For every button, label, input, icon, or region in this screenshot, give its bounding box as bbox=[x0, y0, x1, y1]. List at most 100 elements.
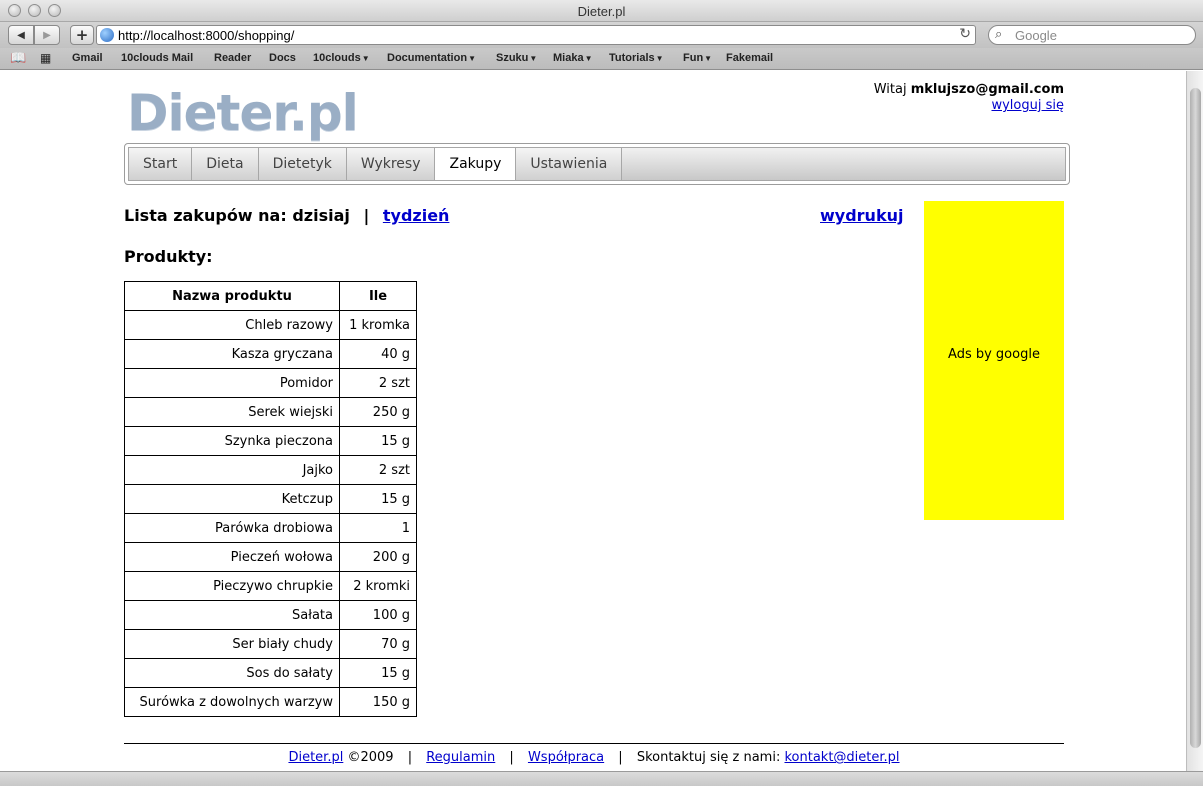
product-qty-cell: 150 g bbox=[339, 687, 417, 717]
footer-site-link[interactable]: Dieter.pl bbox=[288, 750, 343, 765]
bookmark-item[interactable]: Fakemail bbox=[726, 52, 773, 64]
grid-icon[interactable]: ▦ bbox=[40, 51, 51, 65]
dropdown-caret-icon: ▼ bbox=[704, 54, 713, 63]
heading-separator: | bbox=[363, 206, 370, 225]
product-qty-cell: 2 szt bbox=[339, 368, 417, 398]
product-name-cell: Parówka drobiowa bbox=[124, 513, 340, 543]
table-row: Parówka drobiowa 1 bbox=[124, 513, 417, 543]
forward-button[interactable]: ▶ bbox=[34, 25, 60, 45]
search-placeholder: Google bbox=[1015, 28, 1057, 43]
tab-dieta[interactable]: Dieta bbox=[192, 148, 259, 180]
table-row: Szynka pieczona 15 g bbox=[124, 426, 417, 456]
dropdown-caret-icon: ▼ bbox=[584, 54, 593, 63]
scrollbar-thumb[interactable] bbox=[1190, 88, 1201, 748]
bookmark-label: Fun bbox=[683, 52, 704, 64]
tab-dietetyk[interactable]: Dietetyk bbox=[258, 148, 347, 180]
table-row: Surówka z dowolnych warzyw 150 g bbox=[124, 687, 417, 717]
bookmark-item[interactable]: Miaka▼ bbox=[553, 52, 593, 64]
footer-separator: | bbox=[618, 750, 623, 765]
vertical-scrollbar[interactable] bbox=[1186, 71, 1203, 771]
window-titlebar: Dieter.pl bbox=[0, 0, 1203, 22]
product-name-cell: Pieczywo chrupkie bbox=[124, 571, 340, 601]
table-row: Ketczup 15 g bbox=[124, 484, 417, 514]
back-arrow-icon: ◀ bbox=[17, 29, 25, 41]
bookmark-label: Reader bbox=[214, 52, 252, 64]
reload-icon[interactable]: ↻ bbox=[959, 26, 971, 42]
bookmark-item[interactable]: Docs bbox=[269, 52, 296, 64]
tab-wykresy[interactable]: Wykresy bbox=[346, 148, 436, 180]
tab-ustawienia[interactable]: Ustawienia bbox=[516, 148, 623, 180]
site-logo[interactable]: Dieter.pl bbox=[127, 84, 359, 142]
product-name-cell: Jajko bbox=[124, 455, 340, 485]
status-bar bbox=[0, 771, 1203, 786]
product-qty-cell: 1 kromka bbox=[339, 310, 417, 340]
bookmark-label: 10clouds bbox=[313, 52, 361, 64]
product-name-cell: Sałata bbox=[124, 600, 340, 630]
bookmark-item[interactable]: 10clouds▼ bbox=[313, 52, 370, 64]
product-name-cell: Szynka pieczona bbox=[124, 426, 340, 456]
back-button[interactable]: ◀ bbox=[8, 25, 34, 45]
bookmark-item[interactable]: Szuku▼ bbox=[496, 52, 537, 64]
url-text[interactable]: http://localhost:8000/shopping/ bbox=[118, 28, 294, 43]
user-email: mklujszo@gmail.com bbox=[910, 82, 1064, 97]
search-field[interactable]: ⌕ Google bbox=[988, 25, 1196, 45]
address-bar[interactable]: http://localhost:8000/shopping/ ↻ bbox=[96, 25, 976, 45]
main-nav: Start Dieta Dietetyk Wykresy Zakupy Ustawieni… bbox=[124, 143, 1070, 185]
bookmark-item[interactable]: Gmail bbox=[72, 52, 103, 64]
product-name-cell: Kasza gryczana bbox=[124, 339, 340, 369]
open-book-icon[interactable]: 📖 bbox=[10, 51, 26, 66]
search-icon: ⌕ bbox=[995, 27, 1003, 42]
dropdown-caret-icon: ▼ bbox=[529, 54, 538, 63]
product-name-cell: Pieczeń wołowa bbox=[124, 542, 340, 572]
dropdown-caret-icon: ▼ bbox=[468, 54, 476, 63]
table-row: Pomidor 2 szt bbox=[124, 368, 417, 398]
product-name-cell: Chleb razowy bbox=[124, 310, 340, 340]
bookmark-label: Miaka bbox=[553, 52, 584, 64]
product-qty-cell: 250 g bbox=[339, 397, 417, 427]
add-bookmark-button[interactable]: + bbox=[70, 25, 94, 45]
dropdown-caret-icon: ▼ bbox=[655, 54, 664, 63]
bookmark-item[interactable]: 10clouds Mail bbox=[121, 52, 193, 64]
forward-arrow-icon: ▶ bbox=[43, 29, 51, 41]
footer-separator: | bbox=[509, 750, 514, 765]
bookmark-item[interactable]: Documentation▼ bbox=[387, 52, 476, 64]
logout-link[interactable]: wyloguj się bbox=[991, 98, 1064, 113]
table-row: Jajko 2 szt bbox=[124, 455, 417, 485]
product-qty-cell: 15 g bbox=[339, 658, 417, 688]
bookmark-label: Szuku bbox=[496, 52, 529, 64]
product-qty-cell: 2 szt bbox=[339, 455, 417, 485]
welcome-prefix: Witaj bbox=[873, 82, 907, 97]
table-row: Chleb razowy 1 kromka bbox=[124, 310, 417, 340]
table-row: Sałata 100 g bbox=[124, 600, 417, 630]
footer-terms-link[interactable]: Regulamin bbox=[426, 750, 495, 765]
footer-cooperation-link[interactable]: Współpraca bbox=[528, 750, 604, 765]
tab-start[interactable]: Start bbox=[129, 148, 193, 180]
product-name-cell: Ketczup bbox=[124, 484, 340, 514]
footer-divider bbox=[124, 743, 1064, 744]
footer-contact-prefix: Skontaktuj się z nami: bbox=[636, 750, 781, 765]
table-row: Pieczywo chrupkie 2 kromki bbox=[124, 571, 417, 601]
ad-text: Ads by google bbox=[948, 347, 1040, 362]
footer-copyright: ©2009 bbox=[347, 750, 394, 765]
bookmark-label: Documentation bbox=[387, 52, 468, 64]
footer-separator: | bbox=[407, 750, 413, 765]
footer-contact-email[interactable]: kontakt@dieter.pl bbox=[784, 750, 899, 765]
table-header-row: Nazwa produktu Ile bbox=[124, 281, 417, 311]
bookmark-label: Gmail bbox=[72, 52, 103, 64]
product-qty-cell: 2 kromki bbox=[339, 571, 417, 601]
heading-today: Lista zakupów na: dzisiaj bbox=[124, 206, 350, 225]
tab-zakupy[interactable]: Zakupy bbox=[435, 148, 517, 180]
week-link[interactable]: tydzień bbox=[383, 206, 450, 225]
table-row: Serek wiejski 250 g bbox=[124, 397, 417, 427]
bookmark-label: Fakemail bbox=[726, 52, 774, 64]
bookmark-item[interactable]: Fun▼ bbox=[683, 52, 712, 64]
product-qty-cell: 40 g bbox=[339, 339, 417, 369]
bookmark-item[interactable]: Tutorials▼ bbox=[609, 52, 664, 64]
bookmark-item[interactable]: Reader bbox=[214, 52, 251, 64]
bookmark-label: 10clouds Mail bbox=[121, 52, 194, 64]
product-qty-cell: 70 g bbox=[339, 629, 417, 659]
bookmark-label: Tutorials bbox=[609, 52, 655, 64]
print-link[interactable]: wydrukuj bbox=[820, 206, 903, 225]
table-row: Ser biały chudy 70 g bbox=[124, 629, 417, 659]
ad-banner[interactable]: Ads by google bbox=[924, 201, 1064, 520]
